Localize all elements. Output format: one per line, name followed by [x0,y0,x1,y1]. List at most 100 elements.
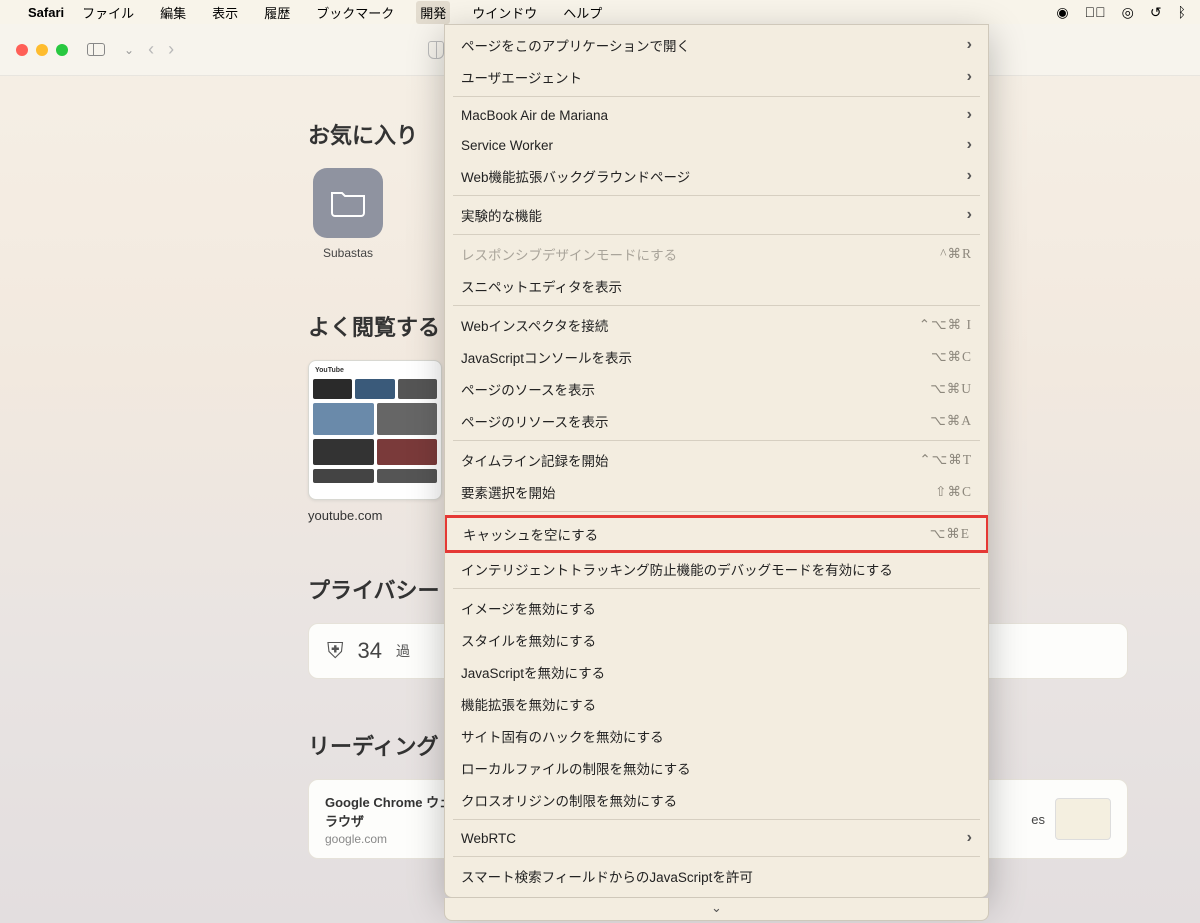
menu-item[interactable]: ページをこのアプリケーションで開く › [445,29,988,61]
menu-item-label: Service Worker [461,138,553,153]
menu-separator [453,195,980,196]
menu-item-label: ページのリソースを表示 [461,411,609,431]
favorite-item[interactable]: Subastas [308,168,388,260]
submenu-arrow-icon: › [967,36,972,54]
frequent-thumbnail: YouTube [308,360,442,500]
checkmark-circle-icon[interactable]: ✓⃝ [1085,4,1106,20]
menu-item[interactable]: ローカルファイルの制限を無効にする [445,752,988,784]
menu-item-label: Webインスペクタを接続 [461,315,608,335]
menu-item-label: スマート検索フィールドからのJavaScriptを許可 [461,866,753,886]
menu-item-label: スタイルを無効にする [461,630,596,650]
shield-icon: ⛨ [327,638,344,664]
menu-separator [453,305,980,306]
menu-history[interactable]: 履歴 [260,1,294,24]
thumbnail-title: YouTube [315,367,344,374]
menu-item[interactable]: MacBook Air de Mariana › [445,100,988,130]
timemachine-icon[interactable]: ↺ [1150,4,1162,21]
submenu-arrow-icon: › [967,106,972,124]
menu-item-label: WebRTC [461,831,516,846]
macos-menubar: Safari ファイル 編集 表示 履歴 ブックマーク 開発 ウインドウ ヘルプ… [0,0,1200,24]
menu-item-label: イメージを無効にする [461,598,596,618]
menu-item[interactable]: キャッシュを空にする ⌥⌘E [447,518,986,550]
menu-item-label: レスポンシブデザインモードにする [461,244,677,264]
menu-item-label: MacBook Air de Mariana [461,108,608,123]
menu-item[interactable]: JavaScriptを無効にする [445,656,988,688]
menu-item[interactable]: サイト固有のハックを無効にする [445,720,988,752]
menu-item[interactable]: スタイルを無効にする [445,624,988,656]
app-name[interactable]: Safari [28,5,64,20]
menu-separator [453,234,980,235]
menu-shortcut: ⌥⌘E [930,526,970,542]
reading-item-title: Google Chrome ウェラウザ [325,792,452,830]
submenu-arrow-icon: › [967,167,972,185]
menu-shortcut: ⌥⌘U [930,381,972,397]
airdrop-icon[interactable]: ◎ [1122,4,1134,21]
menu-item-label: ページをこのアプリケーションで開く [461,35,690,55]
highlighted-menu-item[interactable]: キャッシュを空にする ⌥⌘E [444,515,989,553]
menu-shortcut: ^⌘R [940,246,972,262]
menu-shortcut: ⌥⌘A [930,413,972,429]
menu-bookmarks[interactable]: ブックマーク [312,1,398,24]
submenu-arrow-icon: › [967,206,972,224]
privacy-text: 過 [396,641,410,661]
menu-item[interactable]: 要素選択を開始 ⇧⌘C [445,476,988,508]
back-button[interactable]: ‹ [148,39,154,60]
menu-separator [453,511,980,512]
menu-shortcut: ⌃⌥⌘ I [919,317,972,333]
menu-item[interactable]: Service Worker› [445,130,988,160]
menu-separator [453,819,980,820]
menu-item[interactable]: ユーザエージェント› [445,61,988,93]
develop-menu-dropdown: ページをこのアプリケーションで開く›ユーザエージェント›MacBook Air … [444,24,989,898]
menu-shortcut: ⌃⌥⌘T [919,452,972,468]
window-controls [16,44,68,56]
menu-item-label: JavaScriptコンソールを表示 [461,347,632,367]
tracker-count: 34 [358,638,382,664]
menu-shortcut: ⌥⌘C [931,349,972,365]
minimize-window-button[interactable] [36,44,48,56]
menu-item[interactable]: 機能拡張を無効にする [445,688,988,720]
menu-item-label: ローカルファイルの制限を無効にする [461,758,691,778]
menu-item[interactable]: ページのリソースを表示 ⌥⌘A [445,405,988,437]
favorite-label: Subastas [323,246,373,260]
record-icon[interactable]: ◉ [1056,4,1068,21]
menu-item[interactable]: タイムライン記録を開始 ⌃⌥⌘T [445,444,988,476]
menu-item[interactable]: 実験的な機能› [445,199,988,231]
menu-item[interactable]: イメージを無効にする [445,592,988,624]
close-window-button[interactable] [16,44,28,56]
menu-window[interactable]: ウインドウ [468,1,541,24]
menu-edit[interactable]: 編集 [156,1,190,24]
menu-develop[interactable]: 開発 [416,1,450,24]
menu-item-label: クロスオリジンの制限を無効にする [461,790,677,810]
menu-item-label: サイト固有のハックを無効にする [461,726,664,746]
menu-item[interactable]: Web機能拡張バックグラウンドページ› [445,160,988,192]
menu-separator [453,588,980,589]
menu-item-label: キャッシュを空にする [463,524,598,544]
submenu-arrow-icon: › [967,68,972,86]
menu-item-label: 機能拡張を無効にする [461,694,596,714]
menu-file[interactable]: ファイル [78,1,138,24]
menu-view[interactable]: 表示 [208,1,242,24]
menu-item-label: 要素選択を開始 [461,482,556,502]
menu-item-label: JavaScriptを無効にする [461,662,605,682]
menu-item[interactable]: クロスオリジンの制限を無効にする [445,784,988,816]
fullscreen-window-button[interactable] [56,44,68,56]
forward-button[interactable]: › [168,39,174,60]
menu-scroll-down-icon[interactable]: ⌄ [444,898,989,921]
menu-item[interactable]: ページのソースを表示⌥⌘U [445,373,988,405]
menu-help[interactable]: ヘルプ [559,1,606,24]
menu-item[interactable]: Webインスペクタを接続 ⌃⌥⌘ I [445,309,988,341]
menu-item-label: タイムライン記録を開始 [461,450,609,470]
menu-item[interactable]: インテリジェントトラッキング防止機能のデバッグモードを有効にする [445,553,988,585]
menu-shortcut: ⇧⌘C [935,484,972,500]
menu-item[interactable]: JavaScriptコンソールを表示 ⌥⌘C [445,341,988,373]
menu-item: レスポンシブデザインモードにする ^⌘R [445,238,988,270]
bluetooth-icon[interactable]: ᛒ [1178,4,1186,20]
reading-item-source: google.com [325,832,452,846]
sidebar-toggle-button[interactable] [82,38,110,62]
reading-right-label: es [1031,812,1045,827]
menu-item[interactable]: WebRTC› [445,823,988,853]
menu-item[interactable]: スニペットエディタを表示 [445,270,988,302]
reading-thumbnail [1055,798,1111,840]
menu-item[interactable]: スマート検索フィールドからのJavaScriptを許可 [445,860,988,892]
chevron-down-icon[interactable]: ⌄ [124,43,134,57]
